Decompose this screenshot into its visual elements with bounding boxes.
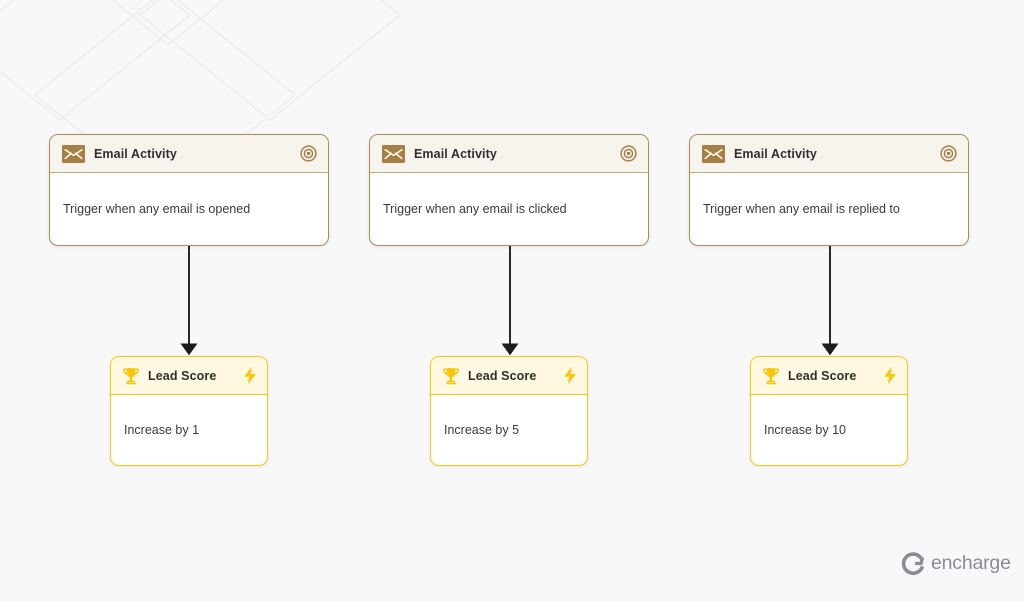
action-node-lead-score-3[interactable]: Lead Score Increase by 10 <box>750 356 908 466</box>
trophy-icon <box>761 366 781 386</box>
node-body: Trigger when any email is clicked <box>383 202 567 216</box>
workflow-canvas[interactable]: Email Activity Trigger when any email is… <box>0 0 1024 601</box>
target-icon[interactable] <box>300 145 317 162</box>
node-header: Lead Score <box>751 357 907 395</box>
connector-arrows <box>180 246 839 356</box>
trigger-node-email-activity-3[interactable]: Email Activity Trigger when any email is… <box>689 134 969 246</box>
trigger-node-email-activity-2[interactable]: Email Activity Trigger when any email is… <box>369 134 649 246</box>
node-title: Email Activity <box>414 146 497 161</box>
bolt-icon[interactable] <box>562 366 578 385</box>
node-body: Increase by 1 <box>124 423 200 437</box>
bolt-icon[interactable] <box>882 366 898 385</box>
node-header: Email Activity <box>50 135 328 173</box>
node-title: Lead Score <box>468 368 537 383</box>
node-header: Email Activity <box>690 135 968 173</box>
envelope-icon <box>702 144 725 163</box>
trophy-icon <box>121 366 141 386</box>
trophy-icon <box>441 366 461 386</box>
node-header: Lead Score <box>111 357 267 395</box>
node-body: Increase by 5 <box>444 423 520 437</box>
envelope-icon <box>62 144 85 163</box>
encharge-c-mark-icon <box>901 551 926 576</box>
node-body: Trigger when any email is replied to <box>703 202 900 216</box>
node-body: Trigger when any email is opened <box>63 202 251 216</box>
node-body: Increase by 10 <box>764 423 846 437</box>
encharge-wordmark: encharge <box>931 552 1011 574</box>
node-title: Lead Score <box>148 368 217 383</box>
node-header: Lead Score <box>431 357 587 395</box>
target-icon[interactable] <box>620 145 637 162</box>
node-title: Email Activity <box>94 146 177 161</box>
envelope-icon <box>382 144 405 163</box>
trigger-node-email-activity-1[interactable]: Email Activity Trigger when any email is… <box>49 134 329 246</box>
node-header: Email Activity <box>370 135 648 173</box>
action-node-lead-score-1[interactable]: Lead Score Increase by 1 <box>110 356 268 466</box>
node-title: Lead Score <box>788 368 857 383</box>
bolt-icon[interactable] <box>242 366 258 385</box>
node-title: Email Activity <box>734 146 817 161</box>
encharge-logo: encharge <box>901 551 1011 576</box>
action-node-lead-score-2[interactable]: Lead Score Increase by 5 <box>430 356 588 466</box>
target-icon[interactable] <box>940 145 957 162</box>
